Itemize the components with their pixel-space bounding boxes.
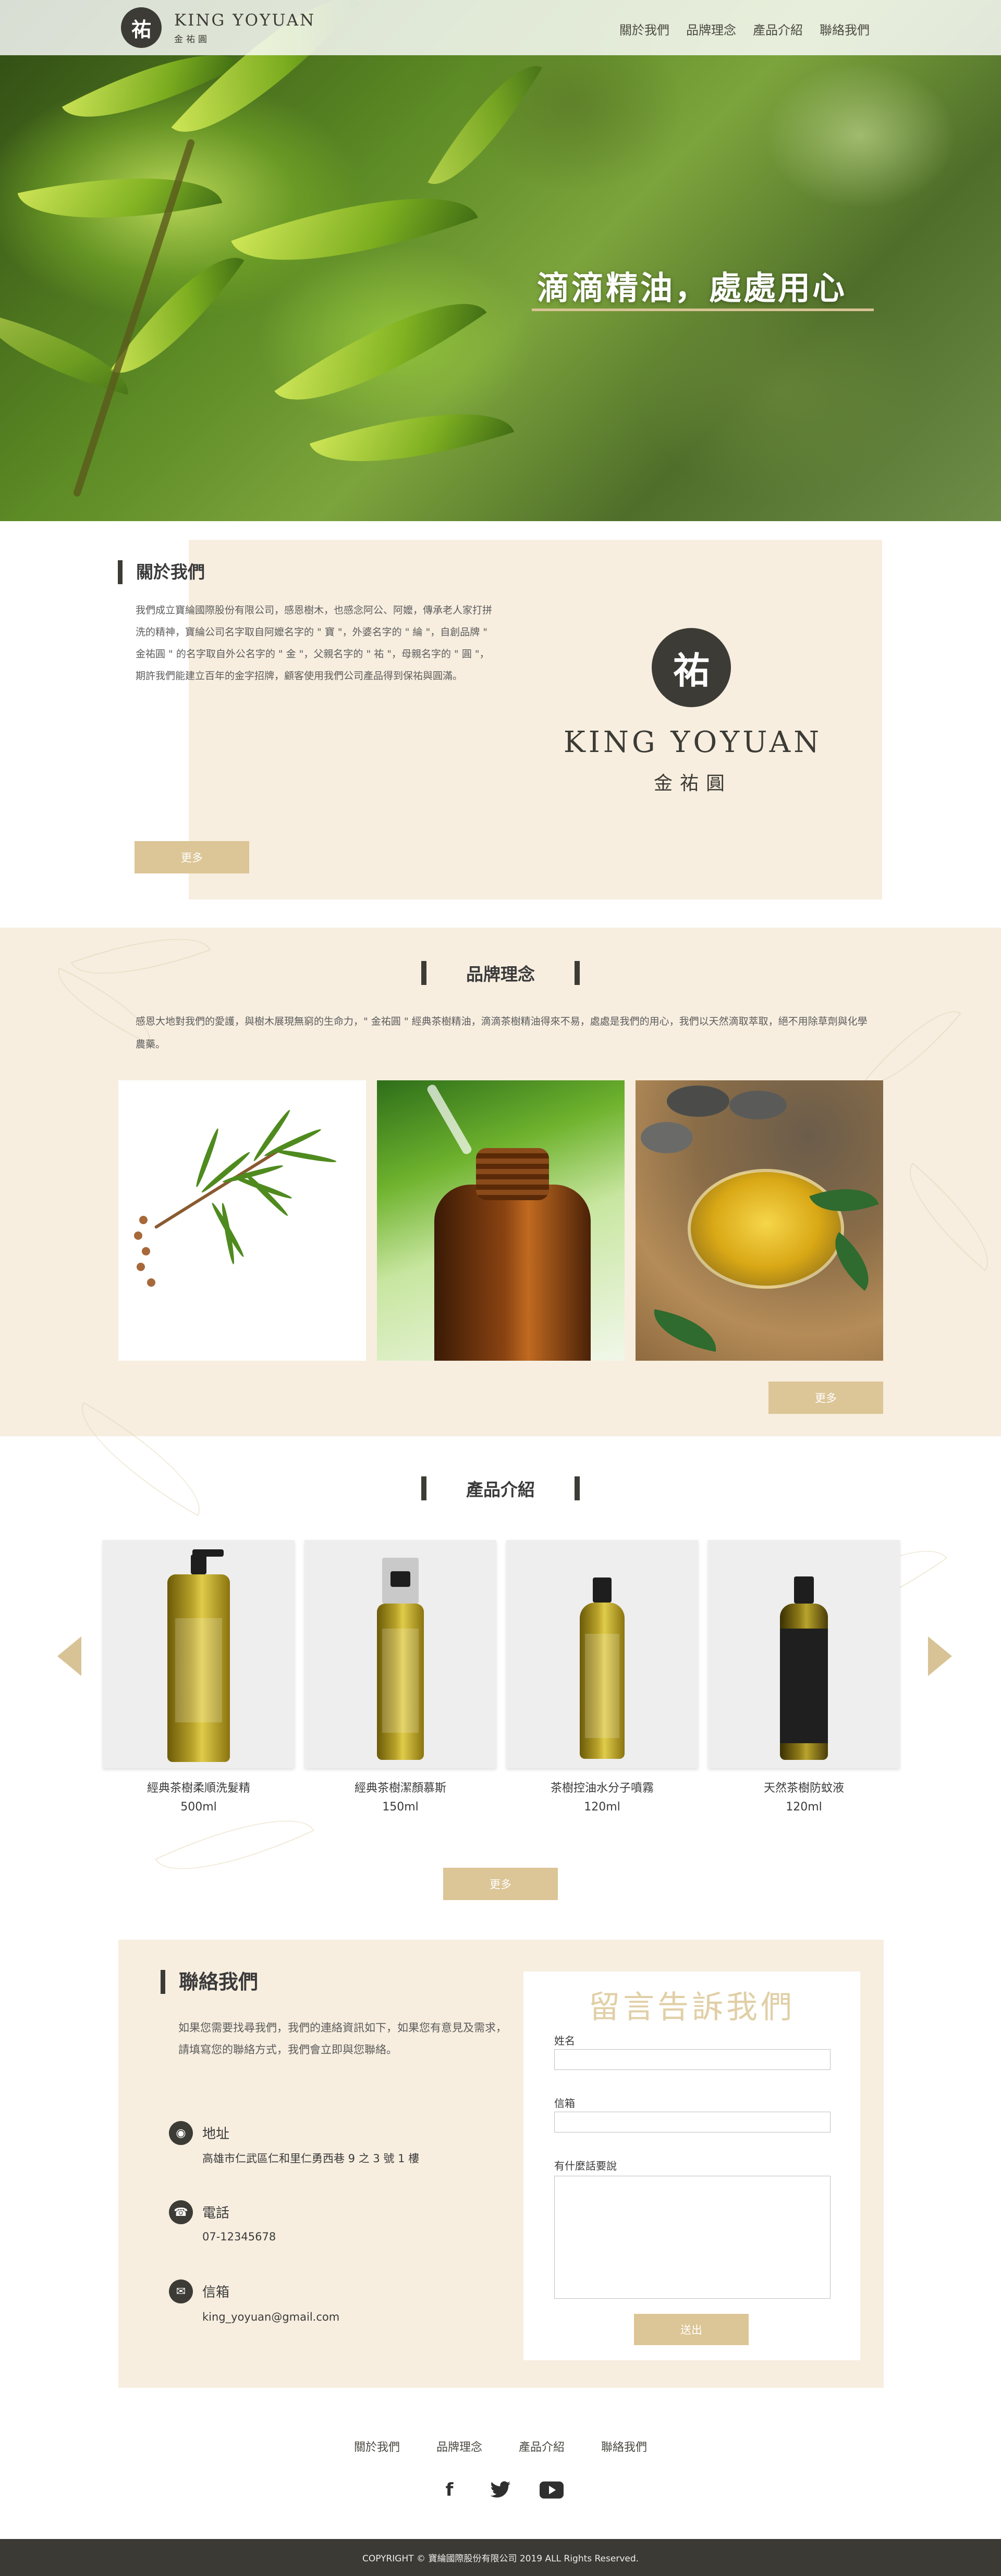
hero-title: 滴滴精油，處處用心 xyxy=(537,269,847,307)
logo-mark: 祐 xyxy=(121,7,162,48)
form-title: 留言告訴我們 xyxy=(589,1989,795,2026)
email-field[interactable] xyxy=(554,2112,831,2133)
products-title: 產品介紹 xyxy=(0,1476,1001,1501)
site-logo[interactable]: 祐 KING YOYUAN 金祐圓 xyxy=(121,7,315,48)
name-field-label: 姓名 xyxy=(554,2035,575,2047)
main-nav: 關於我們 品牌理念 產品介紹 聯絡我們 xyxy=(619,20,870,38)
about-more-button[interactable]: 更多 xyxy=(135,841,249,873)
hero-banner: 滴滴精油，處處用心 xyxy=(0,0,1001,521)
about-text: 我們成立寶綸國際股份有限公司，感恩樹木，也感念阿公、阿嬤，傳承老人家打拼洗的精神… xyxy=(136,605,493,682)
tea-tree-branch-image xyxy=(118,1080,366,1361)
product-card[interactable] xyxy=(506,1540,698,1768)
email-value: king_yoyuan@gmail.com xyxy=(202,2311,340,2323)
carousel-prev-icon[interactable] xyxy=(57,1636,81,1676)
contact-text: 如果您需要找尋我們，我們的連絡資訊如下，如果您有意見及需求，請填寫您的聯絡方式，… xyxy=(178,2022,507,2056)
brand-text: 感恩大地對我們的愛護，與樹木展現無窮的生命力，" 金祐圓 " 經典茶樹精油，滴滴… xyxy=(136,1016,868,1050)
product-card[interactable] xyxy=(304,1540,496,1768)
carousel-next-icon[interactable] xyxy=(928,1636,952,1676)
product-volume: 500ml xyxy=(180,1801,217,1814)
email-label: 信箱 xyxy=(202,2285,230,2300)
youtube-icon[interactable] xyxy=(538,2478,565,2502)
oil-bowl-image xyxy=(636,1080,883,1361)
product-card[interactable] xyxy=(103,1540,295,1768)
footer-nav-brand[interactable]: 品牌理念 xyxy=(436,2438,482,2455)
product-volume: 150ml xyxy=(382,1801,419,1814)
copyright: COPYRIGHT © 寶綸國際股份有限公司 2019 ALL Rights R… xyxy=(0,2539,1001,2576)
submit-button[interactable]: 送出 xyxy=(634,2314,749,2345)
facebook-icon[interactable]: f xyxy=(436,2478,463,2502)
product-volume: 120ml xyxy=(786,1801,822,1814)
twitter-icon[interactable] xyxy=(487,2478,514,2502)
product-name[interactable]: 茶樹控油水分子噴霧 xyxy=(506,1779,698,1795)
about-section xyxy=(189,540,882,899)
hero-underline xyxy=(532,309,874,311)
message-field[interactable] xyxy=(554,2176,831,2299)
nav-contact[interactable]: 聯絡我們 xyxy=(820,20,870,38)
about-title: 關於我們 xyxy=(118,560,205,584)
nav-brand[interactable]: 品牌理念 xyxy=(686,20,736,38)
site-header: 祐 KING YOYUAN 金祐圓 關於我們 品牌理念 產品介紹 聯絡我們 xyxy=(0,0,1001,55)
address-value: 高雄市仁武區仁和里仁勇西巷 9 之 3 號 1 樓 xyxy=(202,2152,420,2165)
phone-label: 電話 xyxy=(202,2205,230,2221)
about-logo-mark: 祐 xyxy=(652,628,731,707)
product-name[interactable]: 經典茶樹柔順洗髮精 xyxy=(103,1779,295,1795)
nav-products[interactable]: 產品介紹 xyxy=(753,20,803,38)
email-field-label: 信箱 xyxy=(554,2097,575,2110)
message-field-label: 有什麼話要說 xyxy=(554,2160,617,2172)
logo-chinese: 金祐圓 xyxy=(174,34,210,45)
mail-icon: ✉ xyxy=(169,2279,193,2303)
about-logo-chinese: 金祐圓 xyxy=(653,773,732,794)
product-volume: 120ml xyxy=(584,1801,620,1814)
brand-more-button[interactable]: 更多 xyxy=(768,1382,883,1414)
products-more-button[interactable]: 更多 xyxy=(443,1868,558,1900)
social-links: f xyxy=(0,2478,1001,2502)
phone-icon: ☎ xyxy=(169,2200,193,2224)
logo-english: KING YOYUAN xyxy=(174,10,316,30)
footer-nav: 關於我們 品牌理念 產品介紹 聯絡我們 xyxy=(0,2438,1001,2455)
contact-title: 聯絡我們 xyxy=(161,1970,258,1994)
product-card[interactable] xyxy=(708,1540,900,1768)
brand-title: 品牌理念 xyxy=(0,960,1001,985)
essential-oil-bottle-image xyxy=(377,1080,625,1361)
footer-nav-about[interactable]: 關於我們 xyxy=(354,2438,400,2455)
nav-about[interactable]: 關於我們 xyxy=(619,20,669,38)
product-name[interactable]: 天然茶樹防蚊液 xyxy=(708,1779,900,1795)
phone-value: 07-12345678 xyxy=(202,2230,276,2243)
footer-nav-products[interactable]: 產品介紹 xyxy=(519,2438,565,2455)
product-name[interactable]: 經典茶樹潔顏慕斯 xyxy=(304,1779,496,1795)
about-logo-english: KING YOYUAN xyxy=(563,725,823,759)
address-label: 地址 xyxy=(202,2126,230,2142)
name-field[interactable] xyxy=(554,2049,831,2070)
footer-nav-contact[interactable]: 聯絡我們 xyxy=(601,2438,647,2455)
map-pin-icon: ◉ xyxy=(169,2121,193,2145)
